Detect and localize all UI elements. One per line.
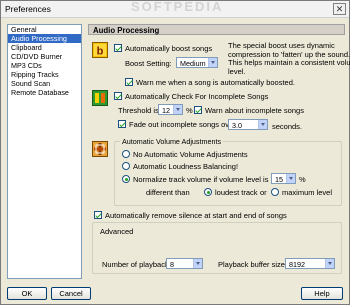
normalize-select[interactable]: 15	[271, 173, 296, 184]
preferences-window: Preferences SOFTPEDIA ✕ General Audio Pr…	[0, 0, 350, 305]
panel-header: Audio Processing	[88, 24, 345, 35]
normalize-radio[interactable]	[122, 175, 130, 183]
warn-incomplete-checkbox[interactable]	[194, 106, 202, 114]
incomplete-song-icon	[92, 90, 108, 106]
chevron-down-icon[interactable]	[325, 259, 334, 268]
threshold-value: 12	[162, 106, 170, 115]
normalize-label: Normalize track volume if volume level i…	[133, 175, 269, 184]
help-button[interactable]: Help	[301, 287, 343, 300]
window-title: Preferences	[5, 4, 51, 14]
no-volume-adjust-label: No Automatic Volume Adjustments	[133, 150, 248, 159]
chevron-down-icon[interactable]	[286, 174, 295, 183]
threshold-label: Threshold is:	[118, 106, 161, 115]
category-list[interactable]: General Audio Processing Clipboard CD/DV…	[7, 24, 82, 279]
fade-unit: seconds.	[272, 122, 303, 131]
title-bar[interactable]: Preferences SOFTPEDIA ✕	[1, 0, 349, 18]
buffer-size-select[interactable]: 8192	[285, 258, 335, 269]
playback-count-value: 8	[170, 260, 174, 269]
advanced-title: Advanced	[100, 227, 134, 236]
sidebar-item-ripping-tracks[interactable]: Ripping Tracks	[8, 70, 81, 79]
audio-processing-panel: Audio Processing b Automatically boost s…	[88, 24, 350, 279]
boost-setting-value: Medium	[180, 59, 206, 68]
or-label: or	[260, 188, 267, 197]
maximum-level-label: maximum level	[282, 188, 333, 197]
check-incomplete-label: Automatically Check For Incomplete Songs	[125, 92, 269, 101]
remove-silence-checkbox[interactable]	[94, 211, 102, 219]
sidebar-item-remote-database[interactable]: Remote Database	[8, 88, 81, 97]
boost-songs-label: Automatically boost songs	[125, 44, 213, 53]
maximum-level-radio[interactable]	[271, 188, 279, 196]
warn-boost-label: Warn me when a song is automatically boo…	[136, 78, 295, 87]
warn-incomplete-label: Warn about incomplete songs	[205, 106, 304, 115]
threshold-unit: %	[186, 106, 193, 115]
close-icon: ✕	[335, 4, 344, 14]
sidebar-item-mp3-cds[interactable]: MP3 CDs	[8, 61, 81, 70]
playback-count-select[interactable]: 8	[166, 258, 203, 269]
chevron-down-icon[interactable]	[193, 259, 202, 268]
sidebar-item-sound-scan[interactable]: Sound Scan	[8, 79, 81, 88]
ok-button[interactable]: OK	[7, 287, 47, 300]
different-than-label: different than	[146, 188, 190, 197]
normalize-unit: %	[299, 175, 306, 184]
svg-text:b: b	[97, 46, 104, 58]
fade-duration-value: 3.0	[232, 121, 242, 130]
sidebar-item-general[interactable]: General	[8, 25, 81, 34]
loudest-track-radio[interactable]	[204, 188, 212, 196]
remove-silence-label: Automatically remove silence at start an…	[105, 211, 287, 220]
fade-out-checkbox[interactable]	[118, 120, 126, 128]
cancel-button[interactable]: Cancel	[51, 287, 91, 300]
chevron-down-icon[interactable]	[173, 105, 182, 114]
boost-songs-checkbox[interactable]	[114, 44, 122, 52]
boost-description-line: level.	[228, 66, 246, 76]
loudest-track-label: loudest track	[215, 188, 258, 197]
threshold-select[interactable]: 12	[158, 104, 183, 115]
warn-boost-checkbox[interactable]	[125, 78, 133, 86]
no-volume-adjust-radio[interactable]	[122, 150, 130, 158]
sidebar-item-clipboard[interactable]: Clipboard	[8, 43, 81, 52]
boost-description: The special boost uses dynamic compressi…	[228, 41, 350, 76]
sidebar-item-audio-processing[interactable]: Audio Processing	[8, 34, 81, 43]
check-incomplete-checkbox[interactable]	[114, 92, 122, 100]
volume-group-title: Automatic Volume Adjustments	[120, 137, 224, 146]
loudness-balancing-radio[interactable]	[122, 162, 130, 170]
loudness-balancing-label: Automatic Loudness Balancing!	[133, 162, 239, 171]
fade-out-label: Fade out incomplete songs over	[129, 120, 236, 129]
boost-setting-select[interactable]: Medium	[176, 57, 218, 68]
close-button[interactable]: ✕	[333, 3, 346, 15]
playback-count-label: Number of playback	[102, 260, 169, 269]
sidebar-item-cd-dvd-burner[interactable]: CD/DVD Burner	[8, 52, 81, 61]
buffer-size-label: Playback buffer size :	[218, 260, 290, 269]
watermark: SOFTPEDIA	[131, 0, 224, 14]
volume-icon	[92, 141, 108, 157]
normalize-value: 15	[275, 175, 283, 184]
boost-description-line: This helps maintain a consistent volume	[228, 58, 350, 67]
fade-duration-select[interactable]: 3.0	[228, 119, 268, 130]
chevron-down-icon[interactable]	[208, 58, 217, 67]
boost-setting-label: Boost Setting:	[125, 59, 172, 68]
buffer-size-value: 8192	[289, 260, 305, 269]
chevron-down-icon[interactable]	[258, 120, 267, 129]
boost-icon: b	[92, 42, 108, 58]
panel-title: Audio Processing	[93, 26, 160, 35]
